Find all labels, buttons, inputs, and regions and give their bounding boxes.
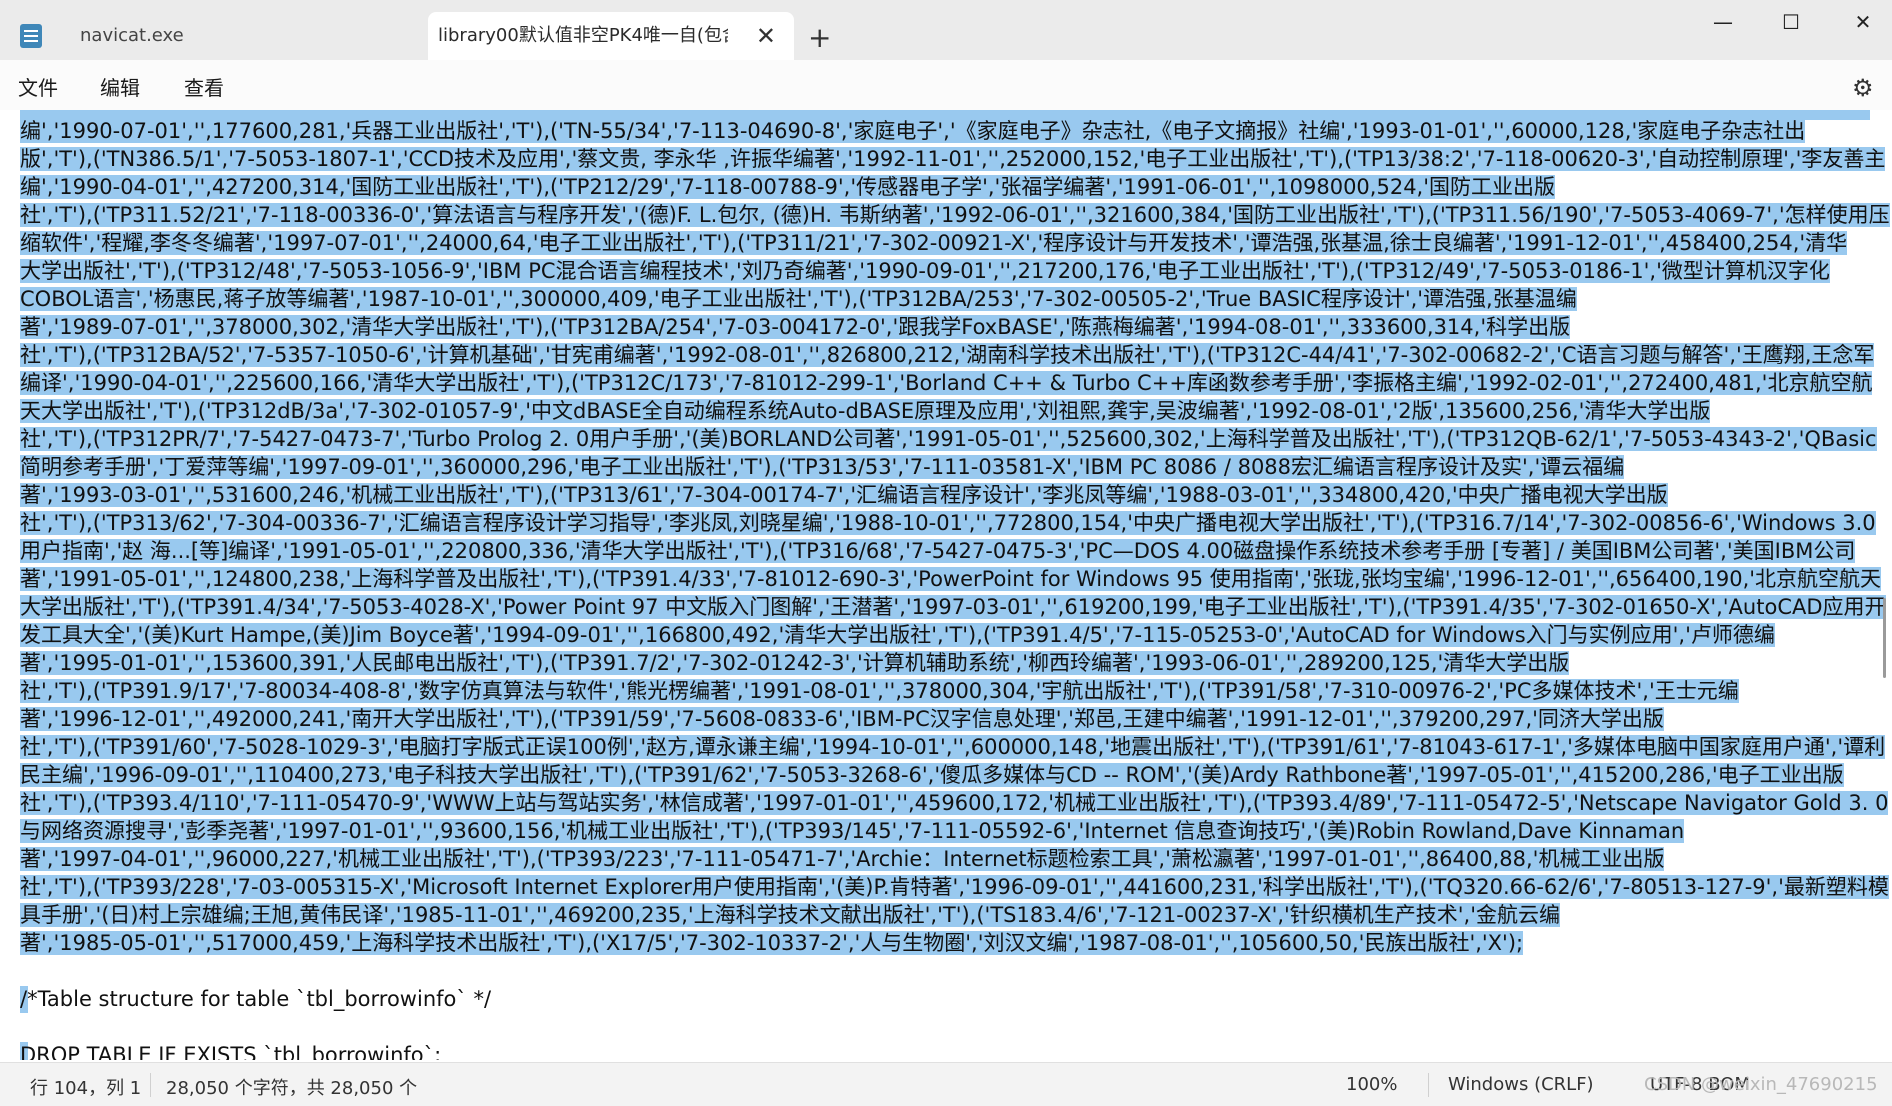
menu-edit[interactable]: 编辑 — [100, 72, 140, 101]
status-divider — [150, 1073, 151, 1097]
editor-line: 用户指南','赵 海...[等]编译','1991-05-01','',2208… — [20, 539, 1856, 563]
tab-close-icon[interactable]: ✕ — [756, 12, 776, 60]
text-editor[interactable]: 编','1990-07-01','',177600,281,'兵器工业出版社',… — [0, 110, 1892, 1060]
editor-line: 大学出版社','T'),('TP391.4/34','7-5053-4028-X… — [20, 595, 1886, 619]
editor-line: 社','T'),('TP312BA/52','7-5357-1050-6','计… — [20, 343, 1875, 367]
tab-label: navicat.exe — [80, 25, 184, 46]
menu-bar: 文件 编辑 查看 ⚙ — [0, 60, 1892, 110]
editor-line: 编','1990-04-01','',427200,314,'国防工业出版社',… — [20, 175, 1555, 199]
close-window-button[interactable]: ✕ — [1828, 0, 1892, 44]
editor-line: 社','T'),('TP313/62','7-304-00336-7','汇编语… — [20, 511, 1876, 535]
tab-library-sql[interactable]: library00默认值非空PK4唯一自(包含 ✕ — [428, 12, 794, 60]
editor-line: 简明参考手册','丁爱萍等编','1997-09-01','',360000,2… — [20, 455, 1625, 479]
editor-line: 版','T'),('TN386.5/1','7-5053-1807-1','CC… — [20, 147, 1886, 171]
editor-line: 社','T'),('TP391.9/17','7-80034-408-8','数… — [20, 679, 1739, 703]
editor-line: 大学出版社','T'),('TP312/48','7-5053-1056-9',… — [20, 259, 1830, 283]
line-ending[interactable]: Windows (CRLF) — [1448, 1074, 1594, 1095]
status-divider — [1428, 1073, 1429, 1097]
editor-line: 社','T'),('TP311.52/21','7-118-00336-0','… — [20, 203, 1890, 227]
menu-view[interactable]: 查看 — [184, 72, 224, 101]
status-bar: 行 104，列 1 28,050 个字符，共 28,050 个 100% Win… — [0, 1062, 1892, 1106]
editor-line: 民主编','1996-09-01','',110400,273,'电子科技大学出… — [20, 763, 1844, 787]
editor-line: 与网络资源搜寻','彭季尧著','1997-01-01','',93600,15… — [20, 819, 1685, 843]
new-tab-button[interactable]: + — [808, 18, 831, 58]
cursor-position: 行 104，列 1 — [30, 1078, 142, 1099]
editor-line: 著','1995-01-01','',153600,391,'人民邮电出版社',… — [20, 651, 1570, 675]
menu-file[interactable]: 文件 — [18, 72, 58, 101]
editor-line: 著','1989-07-01','',378000,302,'清华大学出版社',… — [20, 315, 1571, 339]
editor-line: 著','1996-12-01','',492000,241,'南开大学出版社',… — [20, 707, 1664, 731]
editor-line: 著','1993-03-01','',531600,246,'机械工业出版社',… — [20, 483, 1668, 507]
editor-line: 编','1990-07-01','',177600,281,'兵器工业出版社',… — [20, 119, 1806, 143]
editor-line: COBOL语言','杨惠民,蒋子放等编著','1987-10-01','',30… — [20, 287, 1577, 311]
editor-line: DROP TABLE IF EXISTS `tbl_borrowinfo`; — [20, 1042, 441, 1060]
editor-line: 具手册','(日)村上宗雄编;王旭,黄伟民译','1985-11-01','',… — [20, 903, 1561, 927]
editor-line: 著','1997-04-01','',96000,227,'机械工业出版社','… — [20, 847, 1665, 871]
title-bar: navicat.exe library00默认值非空PK4唯一自(包含 ✕ + … — [0, 0, 1892, 60]
settings-gear-icon[interactable]: ⚙ — [1852, 74, 1874, 102]
minimize-button[interactable]: — — [1688, 0, 1758, 44]
zoom-level[interactable]: 100% — [1346, 1074, 1397, 1095]
editor-line: 著','1991-05-01','',124800,238,'上海科学普及出版社… — [20, 567, 1882, 591]
editor-line: 社','T'),('TP312PR/7','7-5427-0473-7','Tu… — [20, 427, 1877, 451]
character-count: 28,050 个字符，共 28,050 个 — [166, 1078, 418, 1099]
tab-label: library00默认值非空PK4唯一自(包含 — [438, 25, 728, 46]
editor-line: 发工具大全','(美)Kurt Hampe,(美)Jim Boyce著','19… — [20, 623, 1775, 647]
editor-line: 缩软件','程耀,李冬冬编著','1997-07-01','',24000,64… — [20, 231, 1848, 255]
editor-line: 社','T'),('TP393.4/110','7-111-05470-9','… — [20, 791, 1889, 815]
editor-line: /*Table structure for table `tbl_borrowi… — [20, 986, 492, 1013]
vertical-scrollbar-thumb[interactable] — [1883, 598, 1886, 678]
editor-line: 著','1985-05-01','',517000,459,'上海科学技术出版社… — [20, 931, 1524, 955]
tab-navicat[interactable]: navicat.exe — [60, 12, 440, 60]
editor-line: 社','T'),('TP391/60','7-5028-1029-3','电脑打… — [20, 735, 1886, 759]
editor-line: 编译','1990-04-01','',225600,166,'清华大学出版社'… — [20, 371, 1873, 395]
maximize-button[interactable]: ☐ — [1756, 0, 1826, 44]
csdn-watermark: CSDN @weixin_47690215 — [1644, 1074, 1878, 1095]
editor-line: 社','T'),('TP393/228','7-03-005315-X','Mi… — [20, 875, 1889, 899]
editor-line: 天大学出版社','T'),('TP312dB/3a','7-302-01057-… — [20, 399, 1711, 423]
notepad-icon — [20, 24, 42, 48]
